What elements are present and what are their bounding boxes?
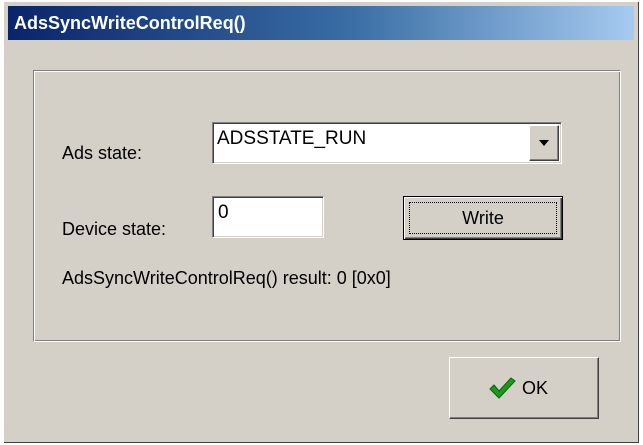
device-state-label: Device state: <box>62 219 167 239</box>
title-bar[interactable]: AdsSyncWriteControlReq() <box>8 6 634 40</box>
ads-state-value: ADSSTATE_RUN <box>217 128 367 149</box>
device-state-input[interactable]: 0 <box>212 196 324 238</box>
chevron-down-icon <box>539 140 549 146</box>
ok-button[interactable]: OK <box>449 357 599 419</box>
window-title: AdsSyncWriteControlReq() <box>14 13 246 33</box>
ads-state-dropdown[interactable]: ADSSTATE_RUN <box>212 122 562 164</box>
dialog-window: AdsSyncWriteControlReq() Ads state: ADSS… <box>4 2 639 443</box>
write-button-label: Write <box>462 208 504 228</box>
device-state-value: 0 <box>218 202 229 223</box>
result-text: AdsSyncWriteControlReq() result: 0 [0x0] <box>62 268 391 288</box>
ok-button-label: OK <box>522 378 549 398</box>
ads-state-label: Ads state: <box>62 143 143 163</box>
write-button[interactable]: Write <box>403 196 563 240</box>
dropdown-button[interactable] <box>529 125 559 161</box>
checkmark-icon <box>489 377 516 399</box>
